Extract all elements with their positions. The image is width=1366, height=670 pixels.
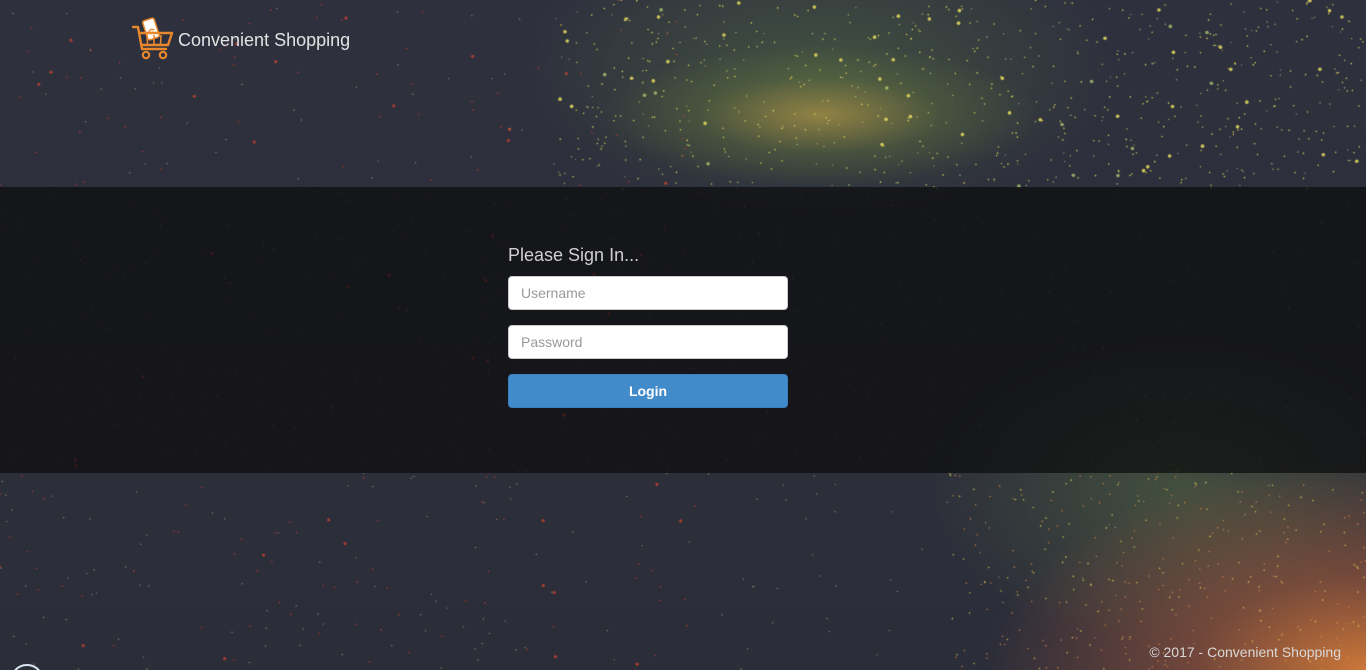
login-button[interactable]: Login — [508, 374, 788, 408]
brand-name[interactable]: Convenient Shopping — [178, 30, 350, 50]
password-input[interactable] — [508, 325, 788, 359]
signin-heading: Please Sign In... — [508, 245, 640, 265]
corner-circle-icon — [10, 664, 44, 670]
site-header: Convenient Shopping — [132, 16, 350, 64]
login-form: Please Sign In... Login — [508, 244, 788, 408]
username-input[interactable] — [508, 276, 788, 310]
shopping-cart-phone-icon[interactable] — [132, 17, 174, 63]
footer-copyright: © 2017 - Convenient Shopping — [1149, 644, 1341, 660]
